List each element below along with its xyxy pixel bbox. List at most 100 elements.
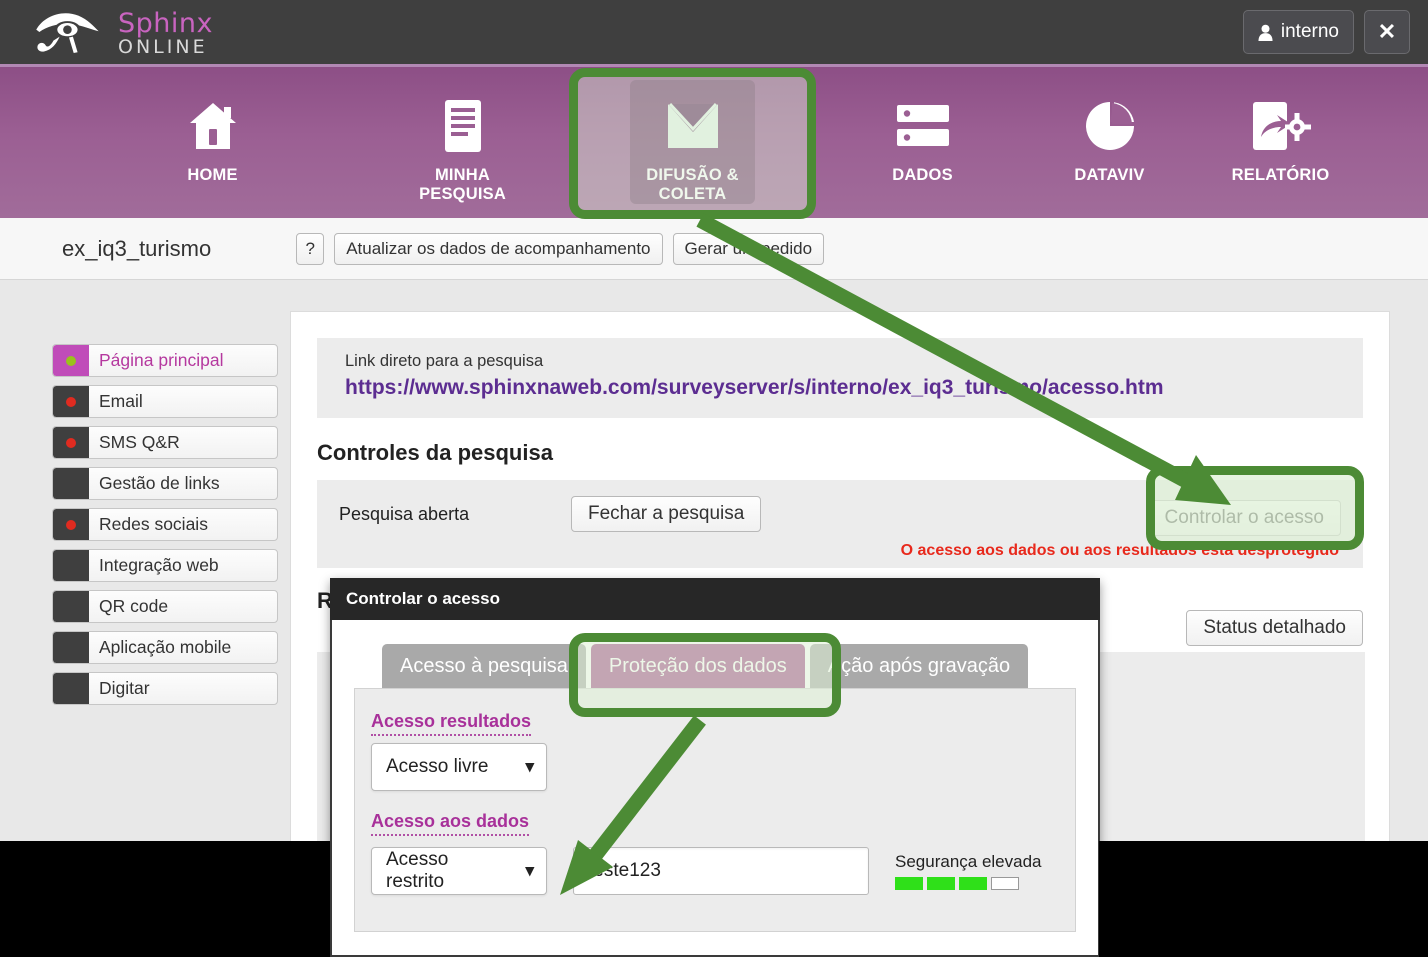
survey-controls-box: Pesquisa aberta Fechar a pesquisa Contro… — [317, 480, 1363, 568]
sidebar-item-gestao-de-links[interactable]: Gestão de links — [52, 467, 278, 500]
dialog-header: Controlar o acesso — [330, 578, 1100, 620]
detailed-status-button[interactable]: Status detalhado — [1186, 610, 1363, 646]
sidebar-item-label: Página principal — [99, 350, 224, 370]
sidebar-item-label: Email — [99, 391, 143, 411]
tab-protecao-dos-dados[interactable]: Proteção dos dados — [590, 644, 805, 688]
password-strength-meter: Segurança elevada — [895, 847, 1042, 890]
sidebar-item-aplicacao-mobile[interactable]: Aplicação mobile — [52, 631, 278, 664]
help-button[interactable]: ? — [296, 232, 325, 265]
user-name: interno — [1280, 21, 1339, 42]
house-icon — [186, 92, 240, 160]
pie-chart-icon — [1084, 92, 1136, 160]
status-dot-green-icon — [66, 355, 76, 366]
direct-link-caption: Link direto para a pesquisa — [345, 352, 544, 370]
app-root: Sphinx ONLINE interno ✕ HOME MINHA PESQU… — [0, 0, 1428, 957]
status-swatch — [53, 509, 89, 540]
nav-item-dados[interactable]: DADOS — [860, 80, 985, 204]
results-access-label: Acesso resultados — [371, 711, 532, 736]
sidebar-item-integracao-web[interactable]: Integração web — [52, 549, 278, 582]
password-strength-bars — [895, 877, 1042, 890]
sidebar-item-sms-qr[interactable]: SMS Q&R — [52, 426, 278, 459]
status-swatch — [53, 427, 89, 458]
document-icon — [441, 92, 485, 160]
direct-link-box: Link direto para a pesquisa https://www.… — [317, 338, 1363, 418]
control-access-dialog: Controlar o acesso Acesso à pesquisa Pro… — [330, 578, 1100, 957]
strength-bar-4 — [991, 877, 1019, 890]
sidebar-item-pagina-principal[interactable]: Página principal — [52, 344, 278, 377]
strength-bar-2 — [927, 877, 955, 890]
nav-item-minha-pesquisa[interactable]: MINHA PESQUISA — [400, 80, 525, 204]
logo-subtitle: ONLINE — [118, 35, 208, 58]
status-dot-red-icon — [66, 437, 76, 448]
data-access-value: Acesso restrito — [386, 849, 449, 892]
sidebar-item-email[interactable]: Email — [52, 385, 278, 418]
sidebar-item-redes-sociais[interactable]: Redes sociais — [52, 508, 278, 541]
tab-acao-apos-gravacao[interactable]: Ação após gravação — [809, 644, 1029, 688]
status-swatch — [53, 468, 89, 499]
control-access-button[interactable]: Controlar o acesso — [1147, 500, 1341, 536]
survey-toolbar: ex_iq3_turismo ? Atualizar os dados de a… — [0, 218, 1428, 280]
sidebar-item-label: Aplicação mobile — [99, 637, 232, 657]
status-dot-red-icon — [66, 396, 76, 407]
top-bar: Sphinx ONLINE interno ✕ — [0, 0, 1428, 67]
nav-label: DIFUSÃO & COLETA — [646, 166, 739, 203]
nav-item-home[interactable]: HOME — [150, 80, 275, 204]
close-button[interactable]: ✕ — [1364, 10, 1410, 54]
close-survey-button[interactable]: Fechar a pesquisa — [571, 496, 762, 532]
tab-panel-protecao-dos-dados: Acesso resultados Acesso livre ▾ Acesso … — [354, 688, 1076, 932]
envelope-icon — [666, 92, 720, 160]
status-swatch — [53, 591, 89, 622]
nav-label: MINHA PESQUISA — [419, 166, 506, 203]
status-dot-red-icon — [66, 519, 76, 530]
top-bar-actions: interno ✕ — [1242, 10, 1410, 54]
app-logo: Sphinx ONLINE — [30, 6, 213, 58]
dialog-tabs: Acesso à pesquisa Proteção dos dados Açã… — [382, 644, 1076, 688]
strength-bar-1 — [895, 877, 923, 890]
sidebar-item-digitar[interactable]: Digitar — [52, 672, 278, 705]
status-swatch — [53, 345, 89, 376]
user-menu-button[interactable]: interno — [1242, 10, 1354, 54]
occluder-bottom-right — [1099, 841, 1428, 957]
dialog-body: Acesso à pesquisa Proteção dos dados Açã… — [332, 620, 1098, 955]
strength-bar-3 — [959, 877, 987, 890]
sidebar-item-label: Digitar — [99, 678, 150, 698]
status-swatch — [53, 386, 89, 417]
survey-state-label: Pesquisa aberta — [339, 503, 470, 524]
results-access-select[interactable]: Acesso livre ▾ — [371, 743, 547, 791]
controls-section-title: Controles da pesquisa — [317, 440, 553, 465]
main-navigation: HOME MINHA PESQUISA DIFUSÃO & COLETA DAD… — [0, 67, 1428, 218]
survey-name: ex_iq3_turismo — [62, 235, 212, 261]
chevron-down-icon: ▾ — [525, 757, 534, 776]
close-icon: ✕ — [1377, 19, 1397, 44]
report-gear-icon — [1251, 92, 1311, 160]
occluder-bottom-left — [0, 841, 330, 957]
data-access-row: Acesso restrito ▾ Segurança elevada — [371, 847, 1075, 895]
chevron-down-icon: ▾ — [525, 861, 534, 880]
tab-acesso-a-pesquisa[interactable]: Acesso à pesquisa — [382, 644, 586, 688]
data-access-select[interactable]: Acesso restrito ▾ — [371, 847, 547, 895]
sidebar-item-label: Redes sociais — [99, 514, 208, 534]
nav-item-dataviv[interactable]: DATAVIV — [1047, 80, 1172, 204]
results-access-value: Acesso livre — [386, 756, 489, 777]
password-strength-label: Segurança elevada — [895, 852, 1042, 871]
data-access-label: Acesso aos dados — [371, 811, 530, 836]
update-tracking-button[interactable]: Atualizar os dados de acompanhamento — [334, 232, 663, 265]
diffusion-sidebar: Página principal Email SMS Q&R Gestão de… — [52, 344, 278, 713]
status-swatch — [53, 673, 89, 704]
nav-item-relatorio[interactable]: RELATÓRIO — [1218, 80, 1343, 204]
generate-order-button[interactable]: Gerar um pedido — [672, 232, 825, 265]
data-password-input[interactable] — [573, 847, 869, 895]
sidebar-item-label: SMS Q&R — [99, 432, 180, 452]
nav-label: RELATÓRIO — [1231, 166, 1330, 184]
nav-label: HOME — [187, 166, 238, 184]
user-icon — [1258, 24, 1273, 41]
nav-item-difusao-coleta[interactable]: DIFUSÃO & COLETA — [630, 80, 755, 204]
survey-url-link[interactable]: https://www.sphinxnaweb.com/surveyserver… — [345, 376, 1335, 400]
sidebar-item-label: QR code — [99, 596, 169, 616]
database-icon — [895, 92, 951, 160]
sidebar-item-qr-code[interactable]: QR code — [52, 590, 278, 623]
dialog-title: Controlar o acesso — [346, 589, 500, 608]
status-swatch — [53, 632, 89, 663]
eye-of-horus-icon — [36, 13, 99, 54]
sidebar-item-label: Gestão de links — [99, 473, 220, 493]
